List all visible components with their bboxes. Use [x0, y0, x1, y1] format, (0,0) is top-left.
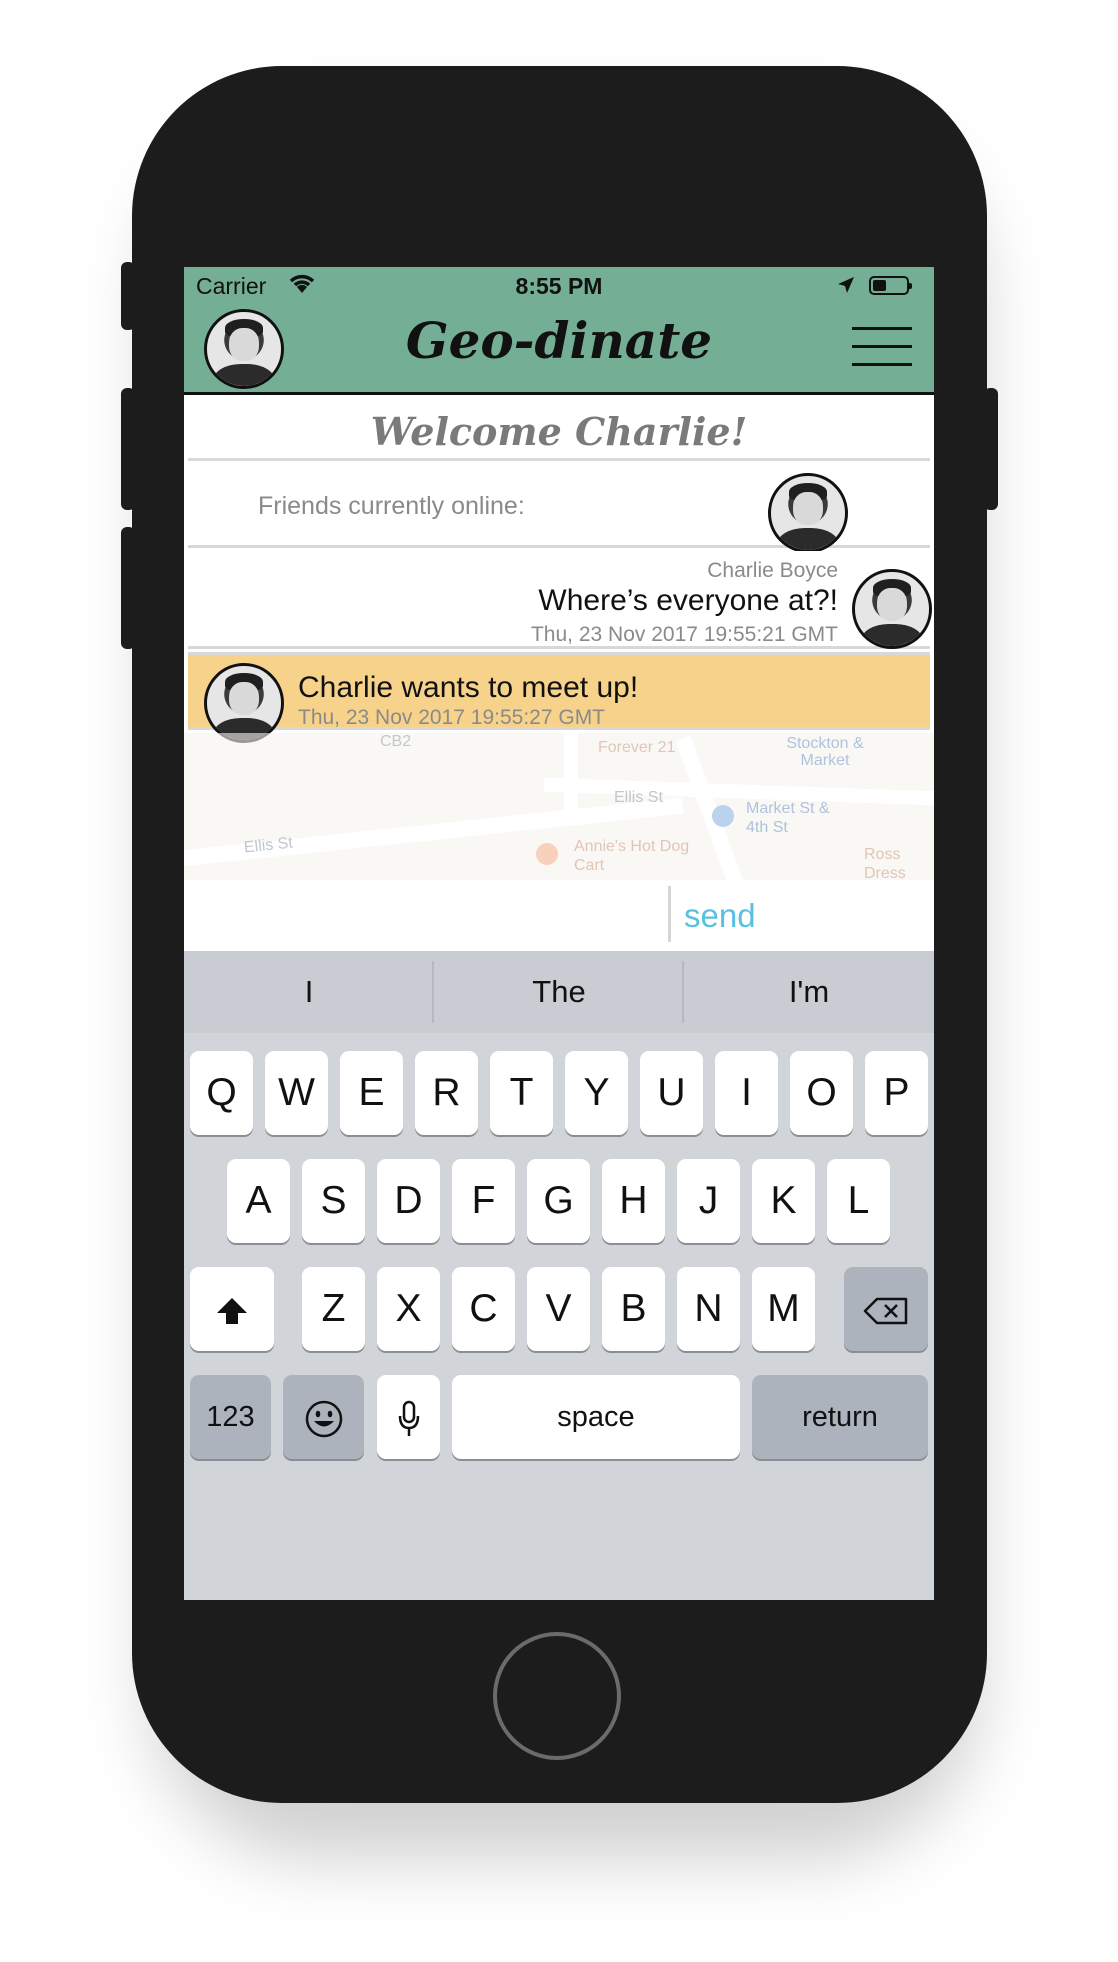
status-time: 8:55 PM	[515, 273, 603, 299]
menu-icon[interactable]	[852, 327, 912, 367]
map-road	[543, 777, 934, 807]
mute-switch	[121, 262, 135, 330]
notification-avatar	[204, 663, 284, 743]
message-sender: Charlie Boyce	[707, 559, 838, 582]
key-d[interactable]: D	[377, 1159, 440, 1243]
keyboard: I The I'm Q W E R T Y U I O P A S D F G …	[184, 951, 934, 1600]
backspace-icon	[863, 1287, 909, 1330]
key-u[interactable]: U	[640, 1051, 703, 1135]
key-e[interactable]: E	[340, 1051, 403, 1135]
suggestion-item[interactable]: I'm	[684, 951, 934, 1033]
key-j[interactable]: J	[677, 1159, 740, 1243]
key-p[interactable]: P	[865, 1051, 928, 1135]
emoji-icon	[304, 1395, 344, 1438]
dictation-key[interactable]	[377, 1375, 440, 1459]
key-v[interactable]: V	[527, 1267, 590, 1351]
suggestion-item[interactable]: I	[184, 951, 434, 1033]
map-label: Stockton & Market	[786, 735, 864, 769]
map-label: Ellis St	[614, 789, 663, 806]
suggestion-item[interactable]: The	[434, 951, 684, 1033]
composer-divider	[668, 886, 671, 942]
space-key[interactable]: space	[452, 1375, 740, 1459]
chat-message: Charlie Boyce Where’s everyone at?! Thu,…	[188, 551, 932, 649]
map-transit-icon	[712, 805, 734, 827]
message-timestamp: Thu, 23 Nov 2017 19:55:21 GMT	[530, 623, 838, 646]
map-label: Market St & 4th St	[746, 800, 830, 836]
welcome-text: Welcome Charlie!	[370, 409, 748, 454]
map-label: CB2	[380, 733, 412, 750]
friends-online-panel: Friends currently online:	[188, 464, 930, 553]
message-text: Where’s everyone at?!	[538, 584, 838, 617]
key-a[interactable]: A	[227, 1159, 290, 1243]
return-key[interactable]: return	[752, 1375, 928, 1459]
key-f[interactable]: F	[452, 1159, 515, 1243]
key-y[interactable]: Y	[565, 1051, 628, 1135]
notification-text: Charlie wants to meet up!	[298, 671, 639, 704]
key-z[interactable]: Z	[302, 1267, 365, 1351]
power-button	[984, 388, 998, 510]
key-w[interactable]: W	[265, 1051, 328, 1135]
volume-up-button	[121, 388, 135, 510]
key-l[interactable]: L	[827, 1159, 890, 1243]
send-button[interactable]: send	[684, 894, 772, 938]
map-road	[564, 733, 578, 813]
map-label: Forever 21	[598, 739, 676, 756]
volume-down-button	[121, 527, 135, 649]
key-n[interactable]: N	[677, 1267, 740, 1351]
shift-key[interactable]	[190, 1267, 274, 1351]
key-g[interactable]: G	[527, 1159, 590, 1243]
key-k[interactable]: K	[752, 1159, 815, 1243]
map-label: Annie's Hot Dog Cart	[574, 838, 690, 874]
key-s[interactable]: S	[302, 1159, 365, 1243]
key-c[interactable]: C	[452, 1267, 515, 1351]
map-poi-icon	[536, 843, 558, 865]
map-label: Ross Dress For Less	[864, 846, 906, 880]
map-view[interactable]: CB2 Forever 21 Stockton & Market Ellis S…	[184, 733, 934, 880]
location-arrow-icon	[836, 274, 856, 301]
app-header: Carrier 8:55 PM Geo-dinate	[184, 267, 934, 395]
microphone-icon	[397, 1395, 421, 1438]
key-h[interactable]: H	[602, 1159, 665, 1243]
key-r[interactable]: R	[415, 1051, 478, 1135]
home-button[interactable]	[493, 1632, 621, 1760]
welcome-panel: Welcome Charlie!	[188, 397, 930, 461]
key-o[interactable]: O	[790, 1051, 853, 1135]
sender-avatar	[852, 569, 932, 649]
key-x[interactable]: X	[377, 1267, 440, 1351]
backspace-key[interactable]	[844, 1267, 928, 1351]
shift-icon	[215, 1287, 249, 1330]
friend-avatar[interactable]	[768, 473, 848, 553]
battery-icon	[869, 276, 912, 295]
key-t[interactable]: T	[490, 1051, 553, 1135]
meetup-notification[interactable]: Charlie wants to meet up! Thu, 23 Nov 20…	[188, 652, 930, 743]
message-input[interactable]	[194, 886, 668, 944]
friends-online-label: Friends currently online:	[258, 492, 525, 520]
numbers-key[interactable]: 123	[190, 1375, 271, 1459]
emoji-key[interactable]	[283, 1375, 364, 1459]
key-m[interactable]: M	[752, 1267, 815, 1351]
app-screen: Carrier 8:55 PM Geo-dinate Welcome Charl…	[184, 267, 934, 1600]
suggestion-bar: I The I'm	[184, 951, 934, 1033]
notification-timestamp: Thu, 23 Nov 2017 19:55:27 GMT	[298, 706, 606, 729]
status-bar: Carrier 8:55 PM	[184, 267, 934, 307]
key-q[interactable]: Q	[190, 1051, 253, 1135]
key-i[interactable]: I	[715, 1051, 778, 1135]
app-title: Geo-dinate	[405, 311, 713, 370]
key-b[interactable]: B	[602, 1267, 665, 1351]
message-composer: send	[184, 880, 934, 950]
